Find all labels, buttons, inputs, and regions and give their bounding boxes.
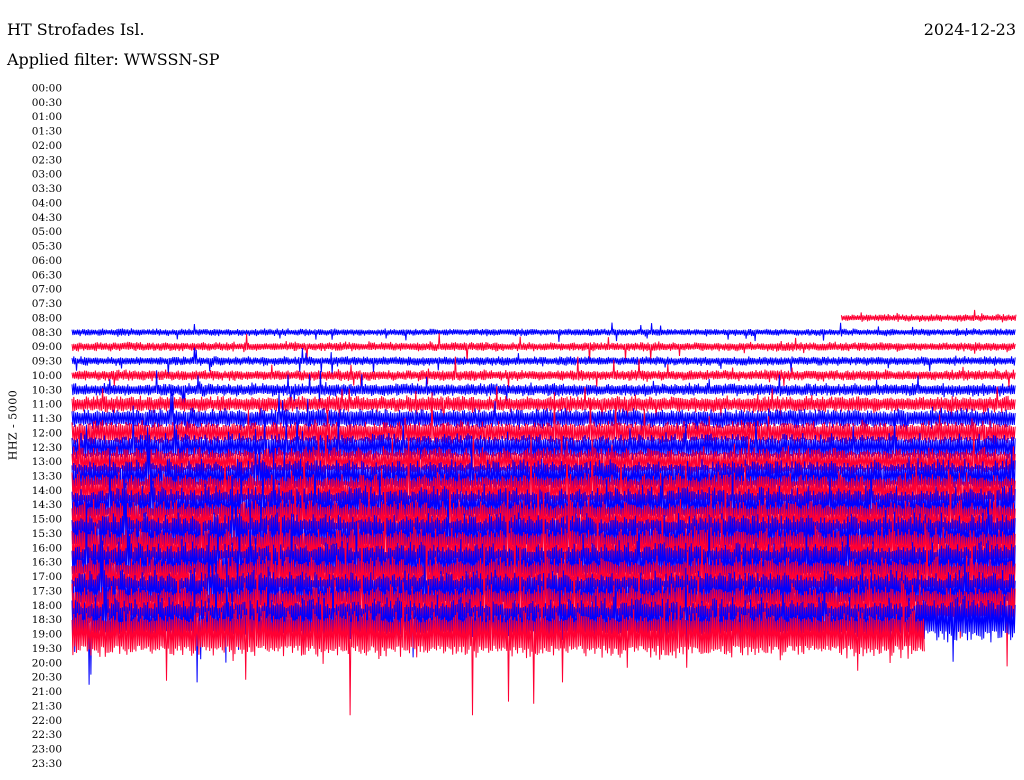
time-tick-label: 11:30 bbox=[32, 413, 62, 425]
time-tick-label: 06:00 bbox=[32, 255, 62, 267]
time-tick-label: 19:30 bbox=[32, 643, 62, 655]
time-tick-label: 13:00 bbox=[32, 456, 62, 468]
time-tick-label: 05:30 bbox=[32, 241, 62, 253]
time-tick-label: 06:30 bbox=[32, 269, 62, 281]
time-tick-label: 09:00 bbox=[32, 341, 62, 353]
time-tick-label: 11:00 bbox=[32, 399, 62, 411]
time-tick-label: 14:30 bbox=[32, 499, 62, 511]
helicorder-plot: 00:00 00:30 01:00 01:30 02:00 02:30 03:00 03:30… bbox=[32, 83, 1017, 770]
time-tick-label: 20:00 bbox=[32, 657, 62, 669]
time-tick-label: 10:00 bbox=[32, 370, 62, 382]
seismic-traces bbox=[71, 309, 1017, 716]
time-tick-label: 21:30 bbox=[32, 700, 62, 712]
time-tick-label: 08:30 bbox=[32, 327, 62, 339]
time-tick-label: 07:00 bbox=[32, 284, 62, 296]
time-tick-label: 19:00 bbox=[32, 629, 62, 641]
time-tick-label: 23:30 bbox=[32, 758, 62, 770]
time-tick-label: 02:30 bbox=[32, 154, 62, 166]
time-tick-label: 08:00 bbox=[32, 312, 62, 324]
time-tick-label: 00:30 bbox=[32, 97, 62, 109]
time-tick-label: 01:00 bbox=[32, 111, 62, 123]
time-tick-label: 07:30 bbox=[32, 298, 62, 310]
time-tick-label: 22:30 bbox=[32, 729, 62, 741]
time-axis-ticks: 00:00 00:30 01:00 01:30 02:00 02:30 03:00 03:30… bbox=[32, 83, 62, 770]
time-tick-label: 20:30 bbox=[32, 672, 62, 684]
time-tick-label: 13:30 bbox=[32, 470, 62, 482]
time-tick-label: 05:00 bbox=[32, 226, 62, 238]
time-tick-label: 04:00 bbox=[32, 197, 62, 209]
time-tick-label: 22:00 bbox=[32, 715, 62, 727]
time-tick-label: 15:00 bbox=[32, 514, 62, 526]
time-tick-label: 12:30 bbox=[32, 442, 62, 454]
time-tick-label: 03:30 bbox=[32, 183, 62, 195]
time-tick-label: 17:00 bbox=[32, 571, 62, 583]
time-tick-label: 09:30 bbox=[32, 356, 62, 368]
seismic-trace-0830 bbox=[71, 322, 1016, 342]
time-tick-label: 18:30 bbox=[32, 614, 62, 626]
time-tick-label: 03:00 bbox=[32, 169, 62, 181]
time-tick-label: 12:00 bbox=[32, 427, 62, 439]
time-tick-label: 00:00 bbox=[32, 83, 62, 95]
time-tick-label: 02:00 bbox=[32, 140, 62, 152]
time-tick-label: 21:00 bbox=[32, 686, 62, 698]
seismic-trace-0930 bbox=[71, 347, 1016, 375]
time-tick-label: 14:00 bbox=[32, 485, 62, 497]
time-tick-label: 15:30 bbox=[32, 528, 62, 540]
time-tick-label: 16:30 bbox=[32, 557, 62, 569]
time-tick-label: 04:30 bbox=[32, 212, 62, 224]
time-tick-label: 18:00 bbox=[32, 600, 62, 612]
time-tick-label: 10:30 bbox=[32, 384, 62, 396]
time-tick-label: 23:00 bbox=[32, 744, 62, 756]
time-tick-label: 17:30 bbox=[32, 585, 62, 597]
seismic-trace-0800 bbox=[840, 309, 1017, 323]
time-tick-label: 01:30 bbox=[32, 126, 62, 138]
time-tick-label: 16:00 bbox=[32, 542, 62, 554]
